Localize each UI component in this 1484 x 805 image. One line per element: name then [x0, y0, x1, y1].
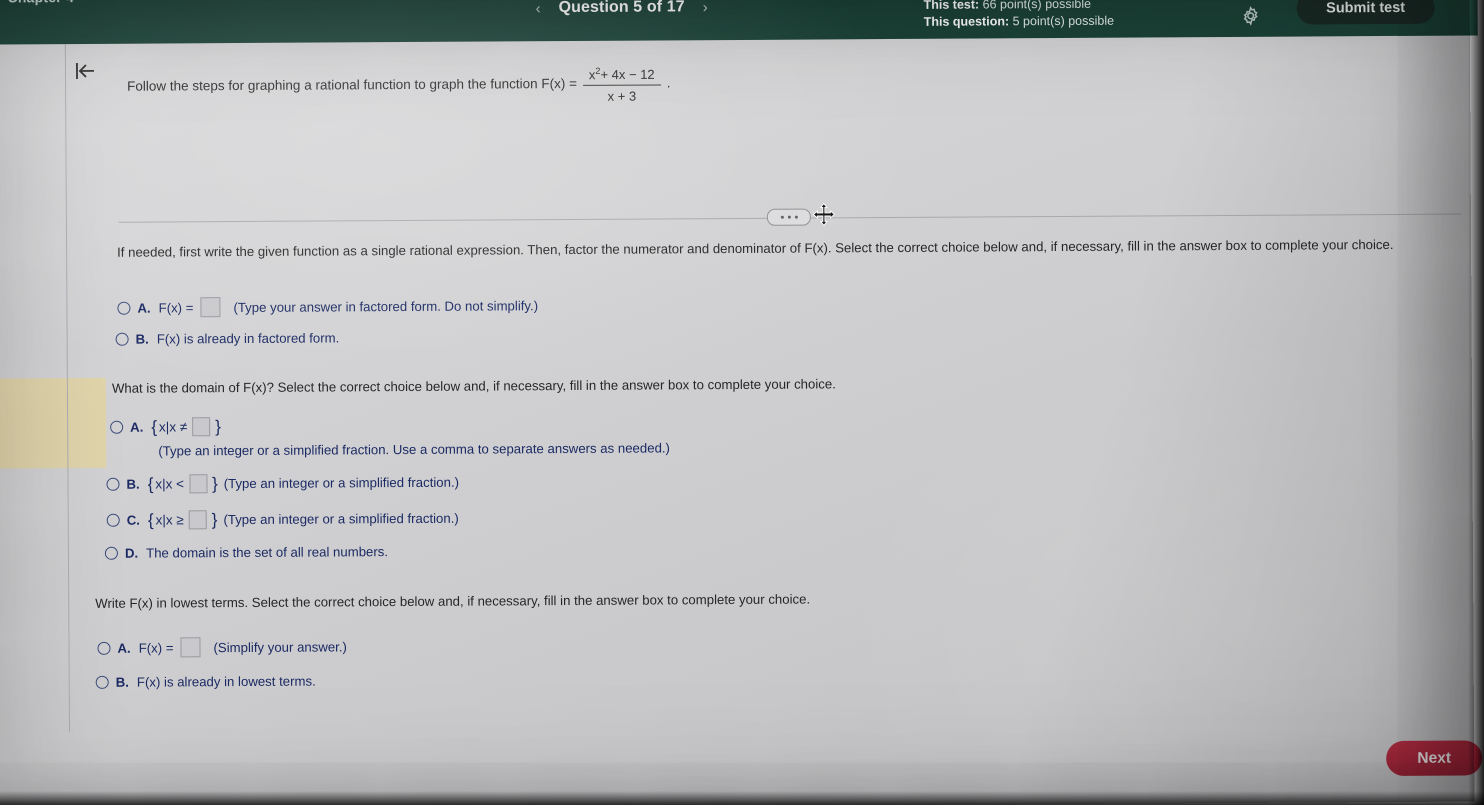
option-letter: B. [115, 674, 129, 690]
radio-domain-b[interactable] [106, 477, 120, 491]
option-lead-text: F(x) = [138, 639, 174, 656]
question-points-value: 5 point(s) possible [1012, 13, 1115, 29]
option-letter: A. [137, 300, 151, 316]
option-note: (Type your answer in factored form. Do n… [233, 297, 539, 315]
answer-input-domain-b[interactable] [188, 474, 208, 494]
back-to-start-icon[interactable] [70, 58, 100, 84]
option-lowest-a[interactable]: A. F(x) = (Simplify your answer.) [97, 636, 347, 658]
factor-prompt: If needed, first write the given functio… [117, 236, 1394, 260]
answer-input-domain-a[interactable] [192, 417, 211, 437]
option-lead-text: F(x) is already in factored form. [156, 330, 340, 347]
option-note: (Type an integer or a simplified fractio… [223, 510, 459, 528]
radio-domain-c[interactable] [106, 513, 120, 527]
option-lead-text: F(x) = [158, 299, 194, 316]
set-condition: x|x < [155, 476, 185, 492]
option-letter: A. [130, 419, 144, 435]
question-title: Question 5 of 17 [558, 0, 685, 17]
stem-period: . [666, 75, 671, 91]
set-condition: x|x ≥ [155, 512, 184, 528]
submit-test-button[interactable]: Submit test [1296, 0, 1435, 25]
domain-prompt: What is the domain of F(x)? Select the c… [111, 376, 836, 396]
question-navigator: ‹ Question 5 of 17 › [534, 0, 710, 20]
set-close-brace: } [215, 417, 221, 437]
next-question-icon[interactable]: › [701, 0, 710, 16]
radio-factor-a[interactable] [117, 301, 131, 315]
option-letter: D. [124, 545, 139, 561]
option-note: (Type an integer or a simplified fractio… [223, 474, 460, 492]
option-domain-b[interactable]: B. { x|x < } (Type an integer or a simpl… [106, 473, 459, 494]
test-points-value: 66 point(s) possible [982, 0, 1092, 12]
question-stem-text: Follow the steps for graphing a rational… [127, 75, 577, 94]
next-button[interactable]: Next [1386, 740, 1483, 777]
option-factor-b[interactable]: B. F(x) is already in factored form. [115, 330, 340, 347]
option-domain-d[interactable]: D. The domain is the set of all real num… [104, 544, 389, 561]
option-domain-a[interactable]: A. { x|x ≠ } [110, 417, 221, 437]
radio-lowest-a[interactable] [97, 641, 111, 655]
option-letter: B. [126, 476, 140, 492]
answer-input-factor-a[interactable] [200, 297, 221, 318]
points-summary: This test: 66 point(s) possible This que… [924, 0, 1115, 31]
function-fraction: x2+ 4x − 12 x + 3 [582, 61, 661, 106]
radio-domain-d[interactable] [104, 546, 118, 560]
gear-icon[interactable] [1240, 5, 1262, 27]
fraction-denominator: x + 3 [607, 88, 637, 105]
lowest-terms-prompt: Write F(x) in lowest terms. Select the c… [95, 591, 811, 611]
option-factor-a[interactable]: A. F(x) = (Type your answer in factored … [117, 295, 538, 318]
option-letter: B. [135, 331, 149, 347]
option-letter: C. [126, 512, 140, 528]
set-condition: x|x ≠ [158, 419, 188, 435]
answer-input-domain-c[interactable] [188, 510, 207, 530]
option-note: (Simplify your answer.) [213, 638, 347, 655]
option-domain-c[interactable]: C. { x|x ≥ } (Type an integer or a simpl… [106, 509, 459, 530]
drag-handle-dots-icon[interactable] [766, 208, 811, 226]
test-points-label: This test: [923, 0, 980, 12]
fraction-numerator: x2+ 4x − 12 [583, 61, 661, 85]
option-letter: A. [117, 640, 131, 656]
question-stem: Follow the steps for graphing a rational… [127, 60, 747, 108]
answer-panel: If needed, first write the given functio… [0, 226, 1461, 690]
answer-input-lowest-a[interactable] [180, 637, 201, 658]
option-lowest-b[interactable]: B. F(x) is already in lowest terms. [95, 673, 316, 690]
radio-lowest-b[interactable] [95, 675, 109, 689]
content-area: Follow the steps for graphing a rational… [0, 35, 1483, 804]
domain-a-subnote: (Type an integer or a simplified fractio… [158, 440, 670, 459]
set-close-brace: } [211, 474, 218, 494]
screen-surface: Chapter 4 ‹ Question 5 of 17 › This test… [0, 0, 1483, 805]
numerator-rest: + 4x − 12 [600, 66, 655, 83]
left-rail [0, 44, 71, 733]
option-lead-text: F(x) is already in lowest terms. [136, 673, 316, 690]
question-points-label: This question: [923, 14, 1010, 29]
set-open-brace: { [147, 510, 154, 530]
move-cursor-icon [812, 202, 836, 227]
option-lead-text: The domain is the set of all real number… [146, 544, 389, 561]
breadcrumb[interactable]: Chapter 4 [7, 0, 73, 5]
set-open-brace: { [151, 417, 158, 437]
radio-factor-b[interactable] [115, 332, 129, 346]
set-open-brace: { [147, 474, 154, 494]
previous-question-icon[interactable]: ‹ [534, 0, 543, 17]
photo-of-screen: Chapter 4 ‹ Question 5 of 17 › This test… [0, 0, 1484, 805]
radio-domain-a[interactable] [110, 420, 124, 434]
set-close-brace: } [211, 510, 218, 530]
